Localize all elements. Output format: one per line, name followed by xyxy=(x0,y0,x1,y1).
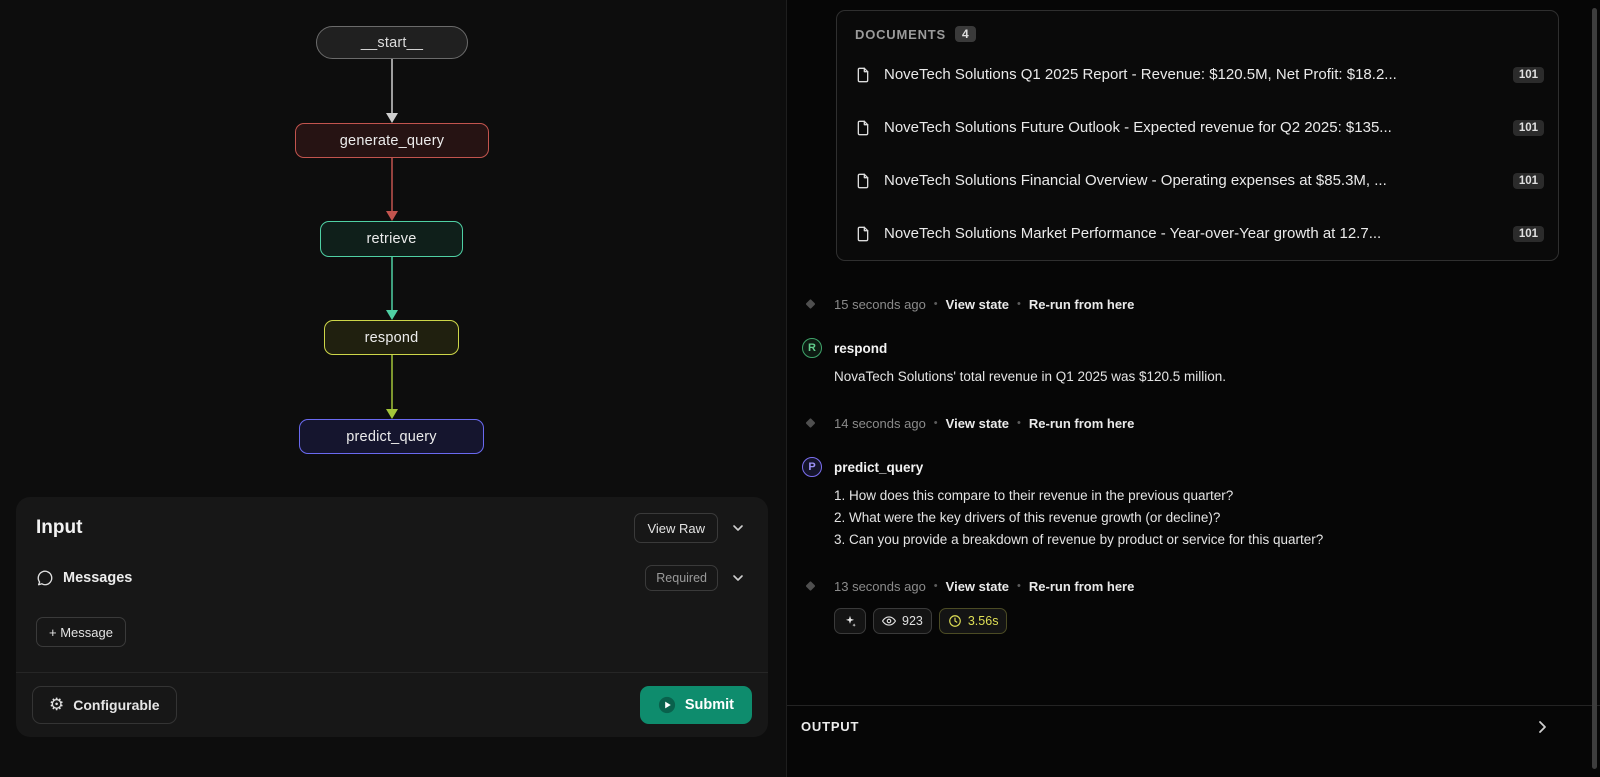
checkpoint-diamond-icon xyxy=(806,418,816,428)
token-count: 923 xyxy=(902,614,923,628)
output-header: OUTPUT xyxy=(801,719,859,734)
document-title: NoveTech Solutions Market Performance - … xyxy=(884,225,1500,242)
checkpoint-diamond-icon xyxy=(806,581,816,591)
node-output-respond: NovaTech Solutions' total revenue in Q1 … xyxy=(834,366,1560,388)
document-length-badge: 101 xyxy=(1513,120,1544,136)
checkpoint-meta-row: 15 seconds ago • View state • Re-run fro… xyxy=(834,295,1560,313)
node-output-text: 1. How does this compare to their revenu… xyxy=(834,485,1560,507)
document-row[interactable]: NoveTech Solutions Q1 2025 Report - Reve… xyxy=(837,48,1558,101)
eye-icon xyxy=(882,614,896,628)
required-badge: Required xyxy=(645,565,718,591)
document-length-badge: 101 xyxy=(1513,173,1544,189)
dot-separator: • xyxy=(934,298,938,310)
view-state-link[interactable]: View state xyxy=(946,297,1009,312)
checkpoint-time: 13 seconds ago xyxy=(834,579,926,594)
node-output-text: 2. What were the key drivers of this rev… xyxy=(834,507,1560,529)
dot-separator: • xyxy=(1017,298,1021,310)
messages-collapse-button[interactable] xyxy=(728,568,748,588)
input-panel-title: Input xyxy=(36,517,82,539)
node-output-text: 3. Can you provide a breakdown of revenu… xyxy=(834,529,1560,551)
document-title: NoveTech Solutions Q1 2025 Report - Reve… xyxy=(884,66,1500,83)
node-avatar-predict-query: P xyxy=(802,457,822,477)
document-row[interactable]: NoveTech Solutions Financial Overview - … xyxy=(837,154,1558,207)
app-window: __start__ generate_query retrieve respon… xyxy=(0,0,1600,777)
node-avatar-respond: R xyxy=(802,338,822,358)
submit-label: Submit xyxy=(685,697,734,713)
messages-row: Messages Required xyxy=(16,565,768,591)
graph-node-respond[interactable]: respond xyxy=(324,320,459,355)
view-raw-button[interactable]: View Raw xyxy=(634,513,718,543)
dot-separator: • xyxy=(934,580,938,592)
file-icon xyxy=(855,226,871,242)
duration-value: 3.56s xyxy=(968,614,999,628)
arrowhead-start-generate xyxy=(386,113,398,123)
submit-button[interactable]: Submit xyxy=(640,686,752,724)
graph-node-generate-query[interactable]: generate_query xyxy=(295,123,489,158)
chat-bubble-icon xyxy=(36,569,54,587)
dot-separator: • xyxy=(1017,580,1021,592)
sparkles-icon xyxy=(843,614,857,628)
input-panel-header: Input View Raw xyxy=(16,497,768,543)
file-icon xyxy=(855,173,871,189)
document-row[interactable]: NoveTech Solutions Market Performance - … xyxy=(837,207,1558,260)
chevron-right-icon xyxy=(1534,719,1550,735)
output-section[interactable]: OUTPUT xyxy=(787,705,1600,777)
document-row[interactable]: NoveTech Solutions Future Outlook - Expe… xyxy=(837,101,1558,154)
view-raw-label: View Raw xyxy=(647,521,705,536)
gear-icon: ⚙ xyxy=(49,697,64,714)
graph-node-predict-query[interactable]: predict_query xyxy=(299,419,484,454)
node-name: predict_query xyxy=(834,460,923,475)
graph-node-start[interactable]: __start__ xyxy=(316,26,468,59)
arrowhead-retrieve-respond xyxy=(386,310,398,320)
add-message-button[interactable]: + Message xyxy=(36,617,126,647)
arrowhead-generate-retrieve xyxy=(386,211,398,221)
sparkles-badge[interactable] xyxy=(834,608,866,634)
view-state-link[interactable]: View state xyxy=(946,416,1009,431)
document-length-badge: 101 xyxy=(1513,67,1544,83)
messages-label: Messages xyxy=(63,570,132,586)
documents-card: DOCUMENTS 4 NoveTech Solutions Q1 2025 R… xyxy=(836,10,1559,261)
checkpoint-meta-row: 14 seconds ago • View state • Re-run fro… xyxy=(834,414,1560,432)
node-output-predict-query: 1. How does this compare to their revenu… xyxy=(834,485,1560,551)
run-panel: DOCUMENTS 4 NoveTech Solutions Q1 2025 R… xyxy=(786,0,1600,777)
input-collapse-button[interactable] xyxy=(728,518,748,538)
file-icon xyxy=(855,67,871,83)
duration-badge[interactable]: 3.56s xyxy=(939,608,1008,634)
checkpoint-meta-row: 13 seconds ago • View state • Re-run fro… xyxy=(834,577,1560,595)
rerun-link[interactable]: Re-run from here xyxy=(1029,416,1134,431)
add-message-label: + Message xyxy=(49,625,113,640)
node-output-text: NovaTech Solutions' total revenue in Q1 … xyxy=(834,366,1560,388)
document-title: NoveTech Solutions Financial Overview - … xyxy=(884,172,1500,189)
node-entry-respond: R respond xyxy=(834,337,1560,359)
run-stats-row: 923 3.56s xyxy=(834,608,1560,634)
rerun-link[interactable]: Re-run from here xyxy=(1029,297,1134,312)
checkpoint-time: 15 seconds ago xyxy=(834,297,926,312)
document-length-badge: 101 xyxy=(1513,226,1544,242)
dot-separator: • xyxy=(934,417,938,429)
configurable-label: Configurable xyxy=(73,697,159,713)
node-entry-predict-query: P predict_query xyxy=(834,456,1560,478)
token-count-badge[interactable]: 923 xyxy=(873,608,932,634)
graph-canvas[interactable]: __start__ generate_query retrieve respon… xyxy=(0,0,786,777)
input-panel-footer: ⚙ Configurable Submit xyxy=(16,672,768,737)
node-name: respond xyxy=(834,341,887,356)
clock-icon xyxy=(948,614,962,628)
chevron-down-icon xyxy=(730,570,746,586)
dot-separator: • xyxy=(1017,417,1021,429)
checkpoint-time: 14 seconds ago xyxy=(834,416,926,431)
rerun-link[interactable]: Re-run from here xyxy=(1029,579,1134,594)
chevron-down-icon xyxy=(730,520,746,536)
document-title: NoveTech Solutions Future Outlook - Expe… xyxy=(884,119,1500,136)
file-icon xyxy=(855,120,871,136)
graph-node-retrieve[interactable]: retrieve xyxy=(320,221,463,257)
arrowhead-respond-predict xyxy=(386,409,398,419)
documents-count-badge: 4 xyxy=(955,26,976,42)
view-state-link[interactable]: View state xyxy=(946,579,1009,594)
input-panel: Input View Raw Messages xyxy=(16,497,768,737)
play-circle-icon xyxy=(658,696,676,714)
documents-header: DOCUMENTS xyxy=(855,27,946,42)
checkpoint-diamond-icon xyxy=(806,299,816,309)
scrollbar[interactable] xyxy=(1592,8,1597,769)
configurable-button[interactable]: ⚙ Configurable xyxy=(32,686,177,724)
